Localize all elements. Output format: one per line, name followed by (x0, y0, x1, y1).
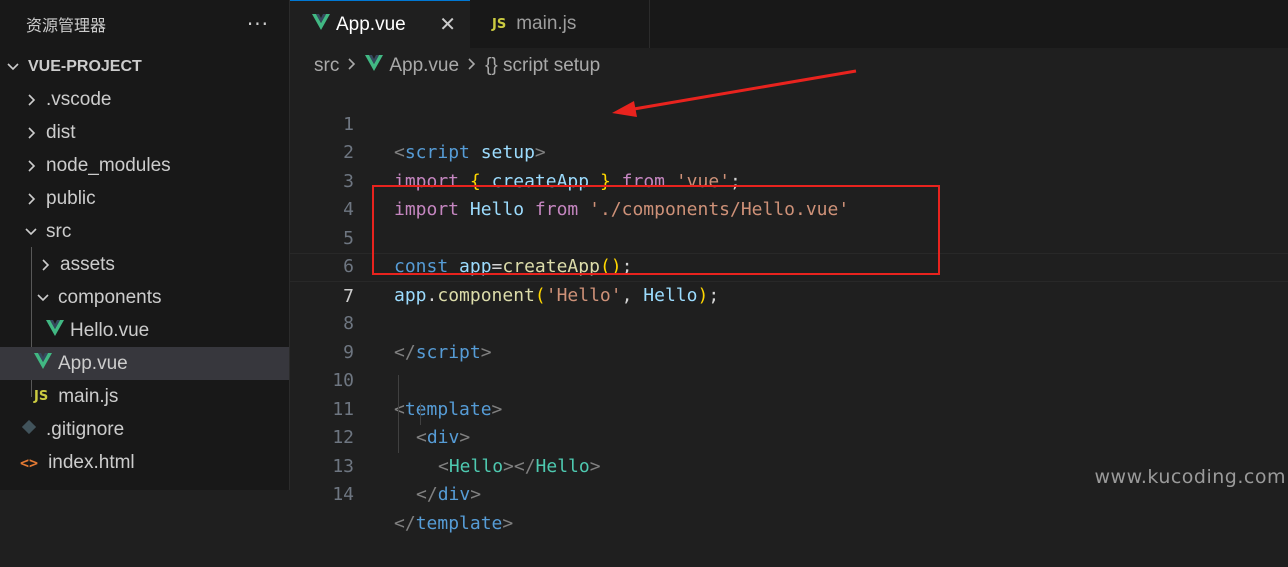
tree-item-vscode[interactable]: .vscode (0, 83, 289, 116)
code-line: 2 import { createApp } from 'vue'; (290, 111, 1288, 192)
chevron-right-icon (347, 55, 357, 77)
tab-label: main.js (516, 13, 577, 34)
tree-item-label: index.html (48, 451, 135, 473)
tree-item-node-modules[interactable]: node_modules (0, 149, 289, 182)
code-line: 11 <div> (290, 367, 1288, 449)
code-line: 3 import Hello from './components/Hello.… (290, 139, 1288, 221)
code-line: 12 <Hello></Hello> (290, 396, 1288, 477)
code-line: 1 <script setup> (290, 82, 1288, 164)
tree-item-public[interactable]: public (0, 182, 289, 215)
tree-root-vue-project[interactable]: VUE-PROJECT (0, 50, 289, 83)
vue-file-icon (34, 352, 52, 375)
tree-item-label: App.vue (58, 352, 128, 374)
chevron-right-icon (467, 55, 477, 77)
tree-item-label: Hello.vue (70, 319, 150, 341)
tree-item-label: assets (60, 253, 115, 275)
breadcrumb: src App.vue {} script setup (314, 52, 600, 80)
js-file-icon: JS (492, 16, 507, 32)
watermark: www.kucoding.com (1094, 466, 1286, 488)
tab-main-js[interactable]: JS main.js (470, 0, 650, 48)
code-text: </template> (394, 512, 514, 534)
code-line: 8 </script> (290, 282, 1288, 363)
chevron-right-icon (24, 126, 38, 140)
chevron-right-icon (24, 93, 38, 107)
tree-item-label: main.js (58, 385, 119, 407)
html-file-icon: <> (20, 453, 39, 472)
tree-item-hello-vue[interactable]: Hello.vue (0, 314, 289, 347)
close-icon[interactable]: ✕ (439, 12, 456, 37)
tree-item-components[interactable]: components (0, 281, 289, 314)
tree-item-app-vue[interactable]: App.vue (0, 347, 289, 380)
explorer-title: 资源管理器 (26, 16, 107, 35)
more-actions-icon[interactable]: ··· (247, 12, 269, 36)
indent-guide (398, 375, 399, 453)
tree-item-label: src (46, 220, 72, 242)
tab-label: App.vue (336, 13, 406, 35)
breadcrumb-src[interactable]: src (314, 55, 339, 77)
js-file-icon: JS (34, 389, 49, 404)
tree-item-src[interactable]: src (0, 215, 289, 248)
tree-item-label: dist (46, 121, 76, 143)
explorer-sidebar: 资源管理器 ··· VUE-PROJECT .vscode dist node_… (0, 0, 290, 490)
vue-file-icon (312, 13, 330, 36)
tree-item-main-js[interactable]: JS main.js (0, 380, 289, 413)
chevron-down-icon (36, 291, 50, 305)
tree-item-index-html[interactable]: <> index.html (0, 446, 289, 479)
vue-file-icon (365, 55, 384, 77)
editor-tabs: App.vue ✕ JS main.js (290, 0, 1288, 48)
tree-item-label: VUE-PROJECT (28, 57, 142, 75)
tree-item-label: .vscode (46, 88, 112, 110)
vue-file-icon (46, 319, 64, 342)
chevron-right-icon (24, 159, 38, 173)
tree-item-gitignore[interactable]: .gitignore (0, 413, 289, 446)
tree-item-label: .gitignore (46, 418, 125, 440)
tree-item-assets[interactable]: assets (0, 248, 289, 281)
breadcrumb-symbol[interactable]: {} script setup (485, 55, 600, 77)
breadcrumb-file[interactable]: App.vue (389, 55, 459, 77)
explorer-header: 资源管理器 ··· (0, 0, 289, 48)
tree-item-label: components (58, 286, 162, 308)
chevron-down-icon (6, 60, 20, 74)
chevron-right-icon (24, 192, 38, 206)
code-line: 13 </div> (290, 424, 1288, 506)
tree-item-label: node_modules (46, 154, 171, 176)
chevron-down-icon (24, 225, 38, 239)
code-editor[interactable]: 1 <script setup> 2 import { createApp } … (290, 82, 1288, 534)
line-number: 14 (332, 484, 354, 505)
annotation-highlight-box (372, 185, 940, 275)
tree-item-label: public (46, 187, 96, 209)
indent-guide (420, 403, 421, 425)
chevron-right-icon (38, 258, 52, 272)
code-line: 9 (290, 310, 1288, 363)
code-text: </div> (416, 484, 482, 505)
code-line: 10 <template> (290, 339, 1288, 420)
tree-item-dist[interactable]: dist (0, 116, 289, 149)
tab-app-vue[interactable]: App.vue ✕ (290, 0, 470, 48)
git-icon (21, 419, 37, 439)
